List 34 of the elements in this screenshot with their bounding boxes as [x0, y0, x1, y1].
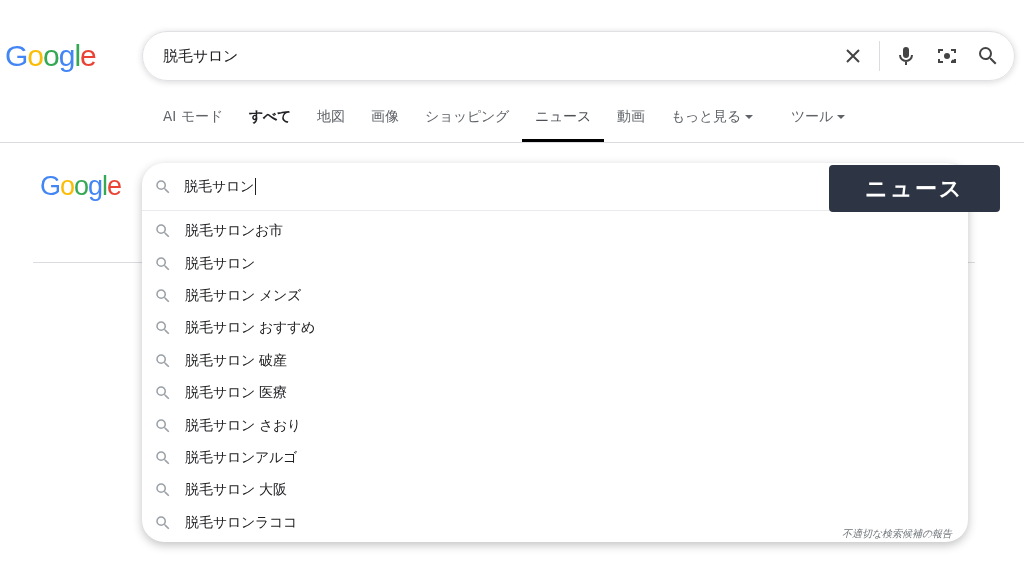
nav-tab[interactable]: ツール: [777, 98, 858, 142]
suggestion-item[interactable]: 脱毛サロン 破産: [185, 351, 288, 370]
search-icon: [154, 254, 172, 273]
nav-tab[interactable]: ニュース: [521, 98, 604, 142]
suggestion-item[interactable]: 脱毛サロンアルゴ: [185, 448, 297, 467]
suggestion-item[interactable]: 脱毛サロン 医療: [185, 384, 288, 403]
nav-tab[interactable]: すべて: [235, 98, 304, 142]
caret-icon: [836, 113, 845, 121]
suggestion-item[interactable]: 脱毛サロンラココ: [185, 513, 297, 532]
logo[interactable]: Google: [40, 171, 125, 202]
nav-tab[interactable]: 動画: [603, 98, 658, 142]
nav-tab[interactable]: AI モード: [150, 98, 236, 142]
suggestion-item[interactable]: 脱毛サロン メンズ: [185, 286, 302, 305]
nav-tab[interactable]: ショッピング: [411, 98, 522, 142]
nav-tab[interactable]: 地図: [303, 98, 358, 142]
search-icon: [154, 286, 172, 305]
search-field[interactable]: 脱毛サロン: [142, 163, 802, 210]
nav-tab[interactable]: もっと見る: [657, 98, 766, 142]
report-link[interactable]: 不適切な検索候補の報告: [842, 527, 952, 541]
search-icon: [154, 513, 172, 532]
search-icon: [154, 351, 172, 370]
caret-icon: [744, 113, 753, 121]
label-tooltip: ニュース: [829, 165, 1000, 212]
logo[interactable]: Google: [5, 39, 97, 73]
suggestion-item[interactable]: 脱毛サロン 大阪: [185, 481, 288, 500]
suggestion-item[interactable]: 脱毛サロン さおり: [185, 416, 302, 435]
search-icon: [154, 416, 172, 435]
suggestion-item[interactable]: 脱毛サロン: [185, 254, 255, 273]
nav-tab[interactable]: 画像: [357, 98, 412, 142]
search-icon: [154, 177, 172, 196]
search-icon: [154, 448, 172, 467]
suggestion-item[interactable]: 脱毛サロン おすすめ: [185, 319, 316, 338]
suggestion-item[interactable]: 脱毛サロンお市: [185, 222, 283, 241]
search-field[interactable]: 脱毛サロン: [142, 31, 1015, 81]
